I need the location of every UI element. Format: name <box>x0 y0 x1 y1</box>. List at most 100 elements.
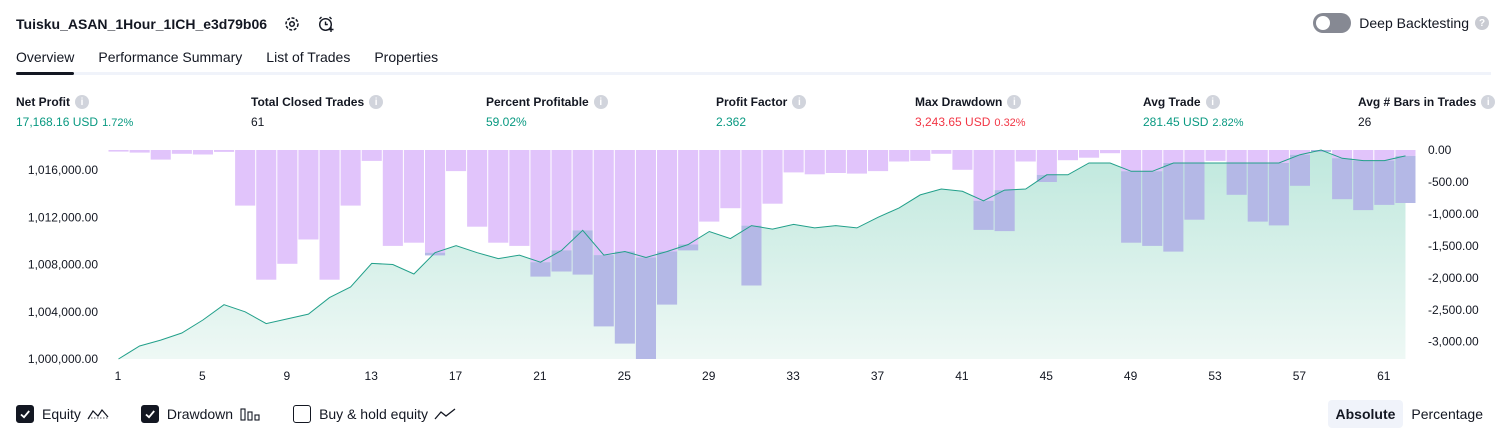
drawdown-bar <box>868 150 889 172</box>
info-icon[interactable]: i <box>593 95 608 109</box>
drawdown-bar <box>1374 160 1395 205</box>
info-icon[interactable]: i <box>1205 95 1220 109</box>
metric-max-drawdown: Max Drawdown i 3,243.65 USD 0.32% <box>915 94 1026 130</box>
drawdown-bar <box>256 150 277 280</box>
info-icon[interactable]: i <box>1007 95 1022 109</box>
x-tick-label: 33 <box>786 369 800 383</box>
metric-profit-factor: Profit Factor i 2.362 <box>716 94 807 130</box>
metric-value: 26 <box>1358 115 1372 129</box>
percentage-button[interactable]: Percentage <box>1403 400 1491 428</box>
drawdown-bar <box>340 150 361 206</box>
info-icon[interactable]: i <box>369 95 384 109</box>
metric-avg-bars: Avg # Bars in Trades i 26 <box>1358 94 1496 130</box>
equity-tick-label: 1,016,000.00 <box>28 163 98 177</box>
metric-net-profit: Net Profit i 17,168.16 USD 1.72% <box>16 94 133 130</box>
drawdown-bar <box>509 150 530 246</box>
drawdown-tick-label: -3,000.00 <box>1428 335 1479 349</box>
drawdown-checkbox[interactable] <box>140 405 159 423</box>
deep-backtesting-toggle[interactable] <box>1313 13 1352 33</box>
drawdown-bar <box>192 150 213 155</box>
add-alert-icon[interactable] <box>317 15 335 33</box>
tab-performance-summary[interactable]: Performance Summary <box>98 48 242 72</box>
drawdown-bar <box>171 150 192 154</box>
x-tick-label: 5 <box>199 369 206 383</box>
equity-drawdown-chart[interactable]: 1,000,000.00 1,004,000.00 1,008,000.00 1,01… <box>0 140 1507 398</box>
drawdown-bar <box>551 250 572 272</box>
drawdown-bar <box>488 150 509 243</box>
drawdown-bar <box>467 150 488 227</box>
drawdown-bar <box>1100 150 1121 154</box>
drawdown-bar <box>1395 150 1416 156</box>
drawdown-bar <box>910 150 931 161</box>
drawdown-bar <box>1142 171 1163 246</box>
tab-list-of-trades[interactable]: List of Trades <box>266 48 350 72</box>
tab-properties[interactable]: Properties <box>374 48 438 72</box>
drawdown-bar <box>846 150 867 174</box>
x-tick-label: 9 <box>283 369 290 383</box>
drawdown-bar <box>1015 150 1036 162</box>
x-tick-label: 37 <box>871 369 885 383</box>
drawdown-bar <box>361 150 382 161</box>
drawdown-bar <box>1226 150 1247 163</box>
drawdown-bar <box>446 150 467 172</box>
drawdown-bar <box>635 150 656 258</box>
drawdown-bar <box>235 150 256 206</box>
drawdown-bar <box>973 200 994 230</box>
deep-backtesting-label: Deep Backtesting <box>1359 15 1469 31</box>
x-tick-label: 41 <box>955 369 969 383</box>
legend-drawdown[interactable]: Drawdown <box>140 405 261 423</box>
deep-backtesting: Deep Backtesting ? <box>1313 13 1489 33</box>
info-icon[interactable]: i <box>75 95 89 109</box>
absolute-button[interactable]: Absolute <box>1327 400 1404 428</box>
drawdown-bar <box>319 150 340 280</box>
drawdown-bar <box>741 225 762 286</box>
buy-hold-checkbox[interactable] <box>293 405 312 423</box>
metric-percent: 0.32% <box>994 117 1026 129</box>
metric-label: Avg # Bars in Trades <box>1358 95 1477 109</box>
equity-checkbox[interactable] <box>16 405 34 423</box>
drawdown-bar <box>678 244 699 251</box>
drawdown-bar <box>1163 150 1184 163</box>
metric-value: 61 <box>251 115 265 129</box>
metric-avg-trade: Avg Trade i 281.45 USD 2.82% <box>1143 94 1244 130</box>
x-tick-label: 53 <box>1208 369 1222 383</box>
legend-buy-hold[interactable]: Buy & hold equity <box>293 405 456 423</box>
info-icon[interactable]: i <box>1481 95 1496 109</box>
metric-label: Avg Trade <box>1143 95 1201 109</box>
drawdown-tick-label: -1,500.00 <box>1428 239 1479 253</box>
tab-overview[interactable]: Overview <box>16 48 75 75</box>
gear-icon[interactable] <box>283 15 301 33</box>
metric-percent: 2.82% <box>1212 117 1244 129</box>
legend-equity[interactable]: Equity <box>16 405 109 423</box>
strategy-title: Tuisku_ASAN_1Hour_1ICH_e3d79b06 <box>16 16 268 32</box>
drawdown-bar <box>150 150 171 160</box>
drawdown-bar <box>973 150 994 201</box>
drawdown-tick-label: -2,500.00 <box>1428 303 1479 317</box>
drawdown-bar <box>425 150 446 253</box>
legend-label: Equity <box>42 406 81 422</box>
drawdown-tick-label: 0.00 <box>1428 143 1452 157</box>
drawdown-bar <box>1184 163 1205 220</box>
drawdown-bar <box>551 150 572 251</box>
info-icon[interactable]: i <box>792 95 807 109</box>
equity-tick-label: 1,012,000.00 <box>28 210 98 224</box>
drawdown-bar <box>825 150 846 173</box>
drawdown-bar <box>593 150 614 256</box>
drawdown-bar <box>741 150 762 226</box>
report-tabs: Overview Performance Summary List of Tra… <box>16 48 1491 75</box>
drawdown-bar <box>1226 163 1247 195</box>
drawdown-bar <box>1184 150 1205 163</box>
buy-hold-line-icon <box>434 407 456 421</box>
drawdown-bar <box>1036 174 1057 182</box>
drawdown-bar <box>720 150 741 209</box>
drawdown-bar <box>1079 150 1100 158</box>
drawdown-bar <box>762 150 783 204</box>
drawdown-bar <box>108 150 129 152</box>
metric-label: Max Drawdown <box>915 95 1003 109</box>
metric-value: 2.362 <box>716 115 747 129</box>
drawdown-bar <box>783 150 804 173</box>
drawdown-tick-label: -500.00 <box>1428 175 1469 189</box>
drawdown-bar <box>129 150 150 153</box>
drawdown-bar <box>1057 150 1078 161</box>
help-icon[interactable]: ? <box>1475 16 1489 30</box>
